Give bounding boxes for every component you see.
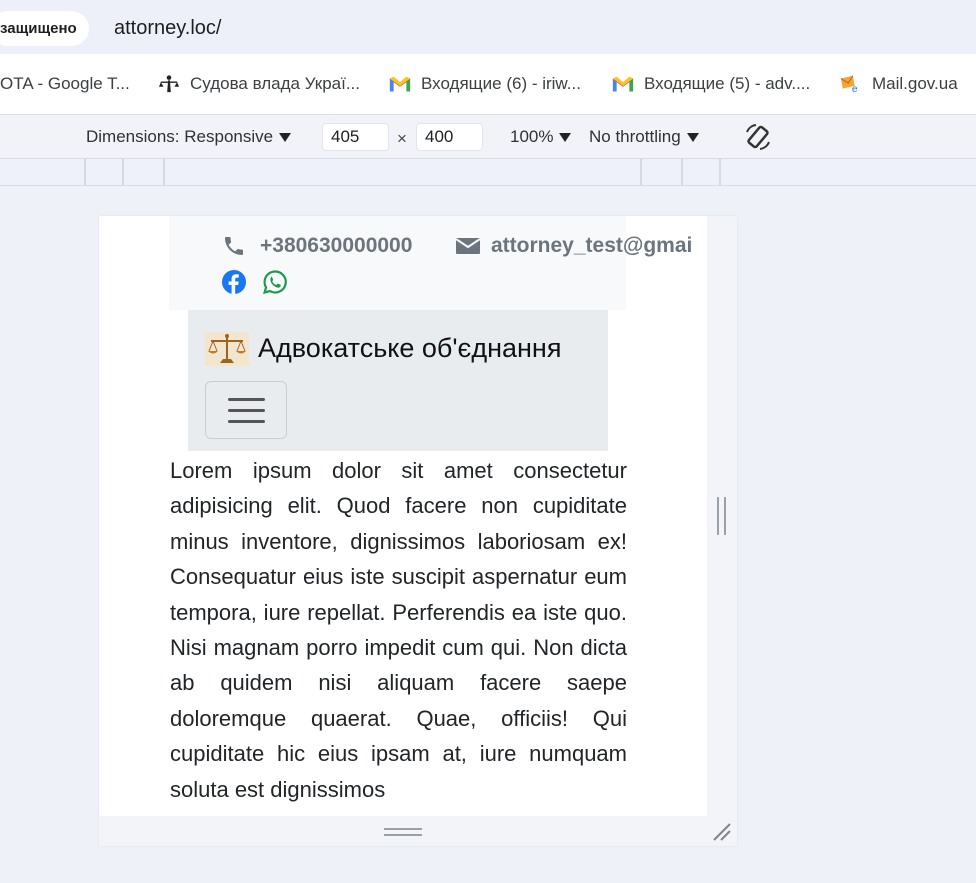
device-frame: +380630000000 attorney_test@gmai Адвокат… — [99, 216, 737, 846]
corner-resize-icon[interactable] — [711, 821, 731, 841]
bookmark-label: OTA - Google T... — [0, 74, 130, 93]
caret-down-icon — [686, 132, 699, 142]
ruler-divider — [163, 159, 165, 185]
ruler-divider — [681, 159, 683, 185]
ruler-divider — [122, 159, 124, 185]
dimensions-dropdown[interactable]: Dimensions: Responsive — [86, 127, 292, 147]
page-viewport: +380630000000 attorney_test@gmai Адвокат… — [99, 216, 707, 816]
hamburger-line — [228, 420, 265, 423]
mail-gov-icon: e — [840, 75, 858, 94]
security-chip[interactable]: защищено — [0, 11, 89, 46]
contact-bar: +380630000000 attorney_test@gmai — [169, 216, 692, 310]
bookmarks-bar: OTA - Google T... Судова влада Украї... … — [0, 54, 976, 114]
hamburger-line — [228, 398, 265, 401]
whatsapp-icon[interactable] — [263, 270, 287, 294]
bookmark-gmail-2[interactable]: Входящие (5) - adv.... — [612, 72, 810, 96]
ruler-divider — [84, 159, 86, 185]
bookmark-court[interactable]: Судова влада Украї... — [158, 72, 360, 96]
zoom-dropdown[interactable]: 100% — [510, 127, 572, 147]
rotate-icon[interactable] — [744, 123, 772, 151]
url-text[interactable]: attorney.loc/ — [114, 14, 221, 42]
phone-icon — [225, 237, 243, 255]
body-paragraph: Lorem ipsum dolor sit amet consectetur a… — [170, 458, 627, 802]
email-contact[interactable]: attorney_test@gmai — [455, 234, 692, 258]
menu-toggle-button[interactable] — [205, 381, 287, 439]
device-toolbar: Dimensions: Responsive × 100% No throttl… — [0, 114, 976, 158]
scales-logo-icon[interactable] — [205, 332, 249, 366]
bookmark-label: Судова влада Украї... — [190, 74, 360, 93]
gmail-icon — [612, 76, 634, 92]
horizontal-grip-icon[interactable] — [384, 828, 422, 836]
dimensions-label: Dimensions: Responsive — [86, 127, 274, 146]
height-input[interactable] — [416, 123, 483, 151]
width-input[interactable] — [322, 123, 389, 151]
throttling-label: No throttling — [589, 127, 681, 146]
themis-icon — [159, 75, 179, 93]
brand-title[interactable]: Адвокатське об'єднання — [258, 333, 561, 364]
svg-text:e: e — [852, 84, 858, 94]
caret-down-icon — [279, 132, 292, 142]
bookmark-mailgov[interactable]: e Mail.gov.ua — [840, 72, 958, 96]
email-address: attorney_test@gmai — [491, 234, 693, 257]
bookmark-label: Входящие (5) - adv.... — [644, 74, 811, 93]
vertical-grip-icon[interactable] — [717, 497, 726, 535]
bookmark-label: Mail.gov.ua — [872, 74, 958, 93]
ruler-divider — [719, 159, 721, 185]
address-bar: защищено attorney.loc/ — [0, 0, 976, 54]
bookmark-ota[interactable]: OTA - Google T... — [0, 72, 130, 96]
caret-down-icon — [559, 132, 572, 142]
navbar: Адвокатське об'єднання — [188, 310, 608, 451]
gmail-icon — [389, 76, 411, 92]
envelope-icon — [455, 238, 481, 254]
media-query-ruler — [0, 158, 976, 186]
hamburger-line — [228, 409, 265, 412]
facebook-icon[interactable] — [222, 270, 246, 294]
phone-number: +380630000000 — [260, 234, 413, 257]
zoom-label: 100% — [510, 127, 554, 146]
bookmark-gmail-1[interactable]: Входящие (6) - iriw... — [389, 72, 581, 96]
phone-contact[interactable]: +380630000000 — [222, 234, 412, 258]
throttling-dropdown[interactable]: No throttling — [589, 127, 699, 147]
ruler-divider — [640, 159, 642, 185]
bookmark-label: Входящие (6) - iriw... — [421, 74, 581, 93]
times-sign: × — [397, 129, 407, 148]
